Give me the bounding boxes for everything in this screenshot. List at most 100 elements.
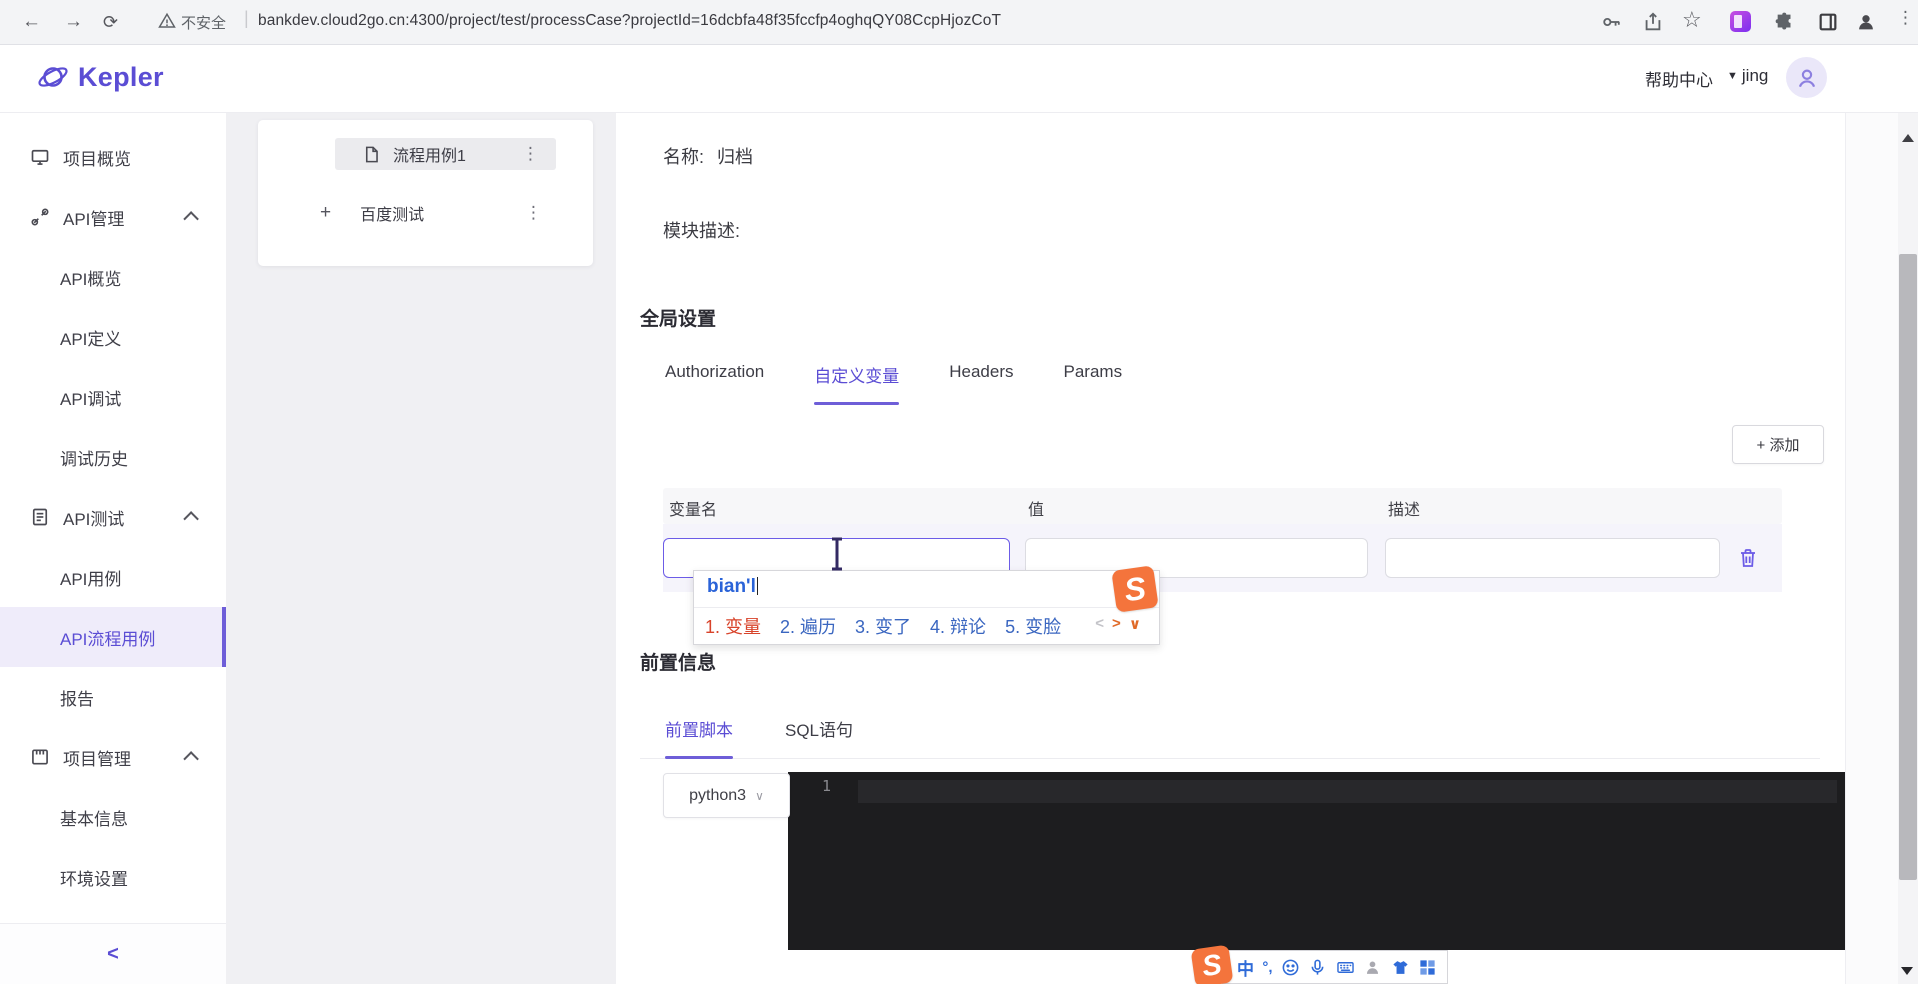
code-editor[interactable]: 1 (788, 772, 1845, 950)
toolbox-grid-icon[interactable] (1418, 958, 1437, 977)
tree-item-label: 百度测试 (360, 207, 425, 224)
browser-toolbar: ← → ⟳ 不安全 | bankdev.cloud2go.cn:4300/pro… (0, 0, 1918, 45)
account-icon[interactable] (1363, 958, 1382, 977)
side-panel-icon[interactable] (1817, 11, 1839, 33)
document-icon (30, 507, 50, 527)
sidebar: 项目概览 API管理 API概览 API定义 API调试 调试历史 API测试 … (0, 112, 226, 984)
brand-name: Kepler (78, 61, 164, 92)
sidebar-footer: < (0, 923, 226, 984)
sidebar-item-label: API测试 (63, 509, 125, 529)
url-text[interactable]: bankdev.cloud2go.cn:4300/project/test/pr… (258, 12, 1001, 30)
tree-item-baidu-test[interactable]: + 百度测试 ⋮ (258, 198, 593, 228)
browser-profile-icon[interactable] (1855, 11, 1877, 33)
browser-reload-icon[interactable]: ⟳ (103, 9, 118, 35)
project-icon (30, 747, 50, 767)
monitor-icon (30, 147, 50, 167)
sidebar-item-api-management[interactable]: API管理 (0, 187, 226, 247)
tab-sql[interactable]: SQL语句 (785, 716, 853, 759)
sidebar-item-api-case[interactable]: API用例 (0, 547, 226, 607)
expand-plus-icon[interactable]: + (320, 202, 331, 224)
ime-candidate-2[interactable]: 2. 遍历 (780, 613, 836, 639)
ime-candidates: 1. 变量 2. 遍历 3. 变了 4. 辩论 5. 变脸 (705, 613, 1061, 639)
user-menu[interactable]: ▼ jing (1727, 66, 1768, 86)
variables-table-header: 变量名 值 描述 (663, 488, 1782, 524)
sidebar-item-env-settings[interactable]: 环境设置 (0, 847, 226, 907)
browser-forward-icon[interactable]: → (64, 9, 83, 35)
sidebar-collapse-button[interactable]: < (107, 943, 119, 966)
username: jing (1741, 66, 1769, 85)
scrollbar-down-arrow[interactable] (1901, 967, 1913, 975)
bookmark-star-icon[interactable]: ☆ (1682, 7, 1702, 33)
item-menu-icon[interactable]: ⋮ (522, 144, 539, 164)
ime-next-page-icon[interactable]: > (1112, 615, 1121, 633)
ime-prev-page-icon[interactable]: < (1095, 615, 1104, 633)
share-icon[interactable] (1642, 11, 1664, 33)
sidebar-item-api-overview[interactable]: API概览 (0, 247, 226, 307)
ime-candidate-popup: bian'l 1. 变量 2. 遍历 3. 变了 4. 辩论 5. 变脸 < >… (693, 565, 1160, 645)
add-variable-button[interactable]: + 添加 (1732, 425, 1824, 464)
help-center-link[interactable]: 帮助中心 (1645, 66, 1713, 91)
language-select[interactable]: python3 ∨ (663, 773, 790, 818)
extension-badge-icon[interactable] (1730, 11, 1751, 32)
browser-back-icon[interactable]: ← (22, 9, 41, 35)
keyboard-icon[interactable] (1336, 958, 1355, 977)
ime-candidate-5[interactable]: 5. 变脸 (1005, 613, 1061, 639)
tree-item-label: 流程用例1 (393, 148, 466, 165)
avatar[interactable] (1786, 57, 1827, 98)
tab-custom-variables[interactable]: 自定义变量 (814, 362, 900, 405)
chevron-up-icon (183, 510, 199, 527)
ime-composition: bian'l (707, 576, 758, 598)
sidebar-item-api-debug[interactable]: API调试 (0, 367, 226, 427)
security-warning-label[interactable]: 不安全 (181, 12, 226, 33)
extensions-puzzle-icon[interactable] (1774, 11, 1796, 33)
name-value: 归档 (717, 147, 754, 167)
sidebar-item-project-overview[interactable]: 项目概览 (0, 127, 226, 187)
sogou-logo: S (1111, 565, 1159, 613)
sidebar-item-debug-history[interactable]: 调试历史 (0, 427, 226, 487)
tab-pre-script[interactable]: 前置脚本 (665, 716, 733, 759)
sidebar-item-label: 项目管理 (63, 749, 131, 769)
microphone-icon[interactable] (1308, 958, 1327, 977)
browser-menu-icon[interactable]: ⋮ (1897, 8, 1914, 28)
scrollbar-thumb[interactable] (1899, 254, 1917, 880)
ime-expand-icon[interactable]: ∨ (1129, 615, 1141, 633)
sidebar-item-api-process-case[interactable]: API流程用例 (0, 607, 226, 667)
sidebar-item-label: API定义 (60, 329, 122, 349)
main-content: 名称: 归档 模块描述: 全局设置 Authorization 自定义变量 He… (616, 112, 1845, 984)
ime-mode-icon[interactable]: 中 (1237, 955, 1254, 980)
global-settings-title: 全局设置 (640, 309, 717, 330)
skin-icon[interactable] (1391, 958, 1410, 977)
ime-candidate-1[interactable]: 1. 变量 (705, 613, 761, 639)
sidebar-item-label: 环境设置 (60, 869, 128, 889)
sidebar-item-api-test[interactable]: API测试 (0, 487, 226, 547)
sidebar-item-api-definition[interactable]: API定义 (0, 307, 226, 367)
sidebar-item-basic-info[interactable]: 基本信息 (0, 787, 226, 847)
sidebar-item-label: API调试 (60, 389, 122, 409)
case-tree-panel: 流程用例1 ⋮ + 百度测试 ⋮ (258, 120, 593, 266)
sidebar-item-report[interactable]: 报告 (0, 667, 226, 727)
item-menu-icon[interactable]: ⋮ (525, 203, 542, 223)
ime-candidate-3[interactable]: 3. 变了 (855, 613, 911, 639)
editor-current-line (858, 780, 1837, 803)
url-divider: | (244, 8, 249, 28)
ime-punctuation-icon[interactable]: °, (1262, 959, 1272, 976)
chevron-down-icon: ∨ (755, 788, 764, 803)
sidebar-item-project-management[interactable]: 项目管理 (0, 727, 226, 787)
password-key-icon[interactable] (1600, 11, 1622, 33)
tab-params[interactable]: Params (1064, 362, 1123, 405)
tree-item-process-case[interactable]: 流程用例1 ⋮ (258, 139, 593, 169)
kepler-logo[interactable]: Kepler (36, 60, 164, 94)
ime-candidate-4[interactable]: 4. 辩论 (930, 613, 986, 639)
sidebar-item-label: 项目概览 (63, 149, 131, 169)
security-warning-icon[interactable] (157, 12, 177, 30)
scrollbar-up-arrow[interactable] (1902, 134, 1914, 142)
variable-desc-input[interactable] (1385, 538, 1720, 578)
tab-headers[interactable]: Headers (949, 362, 1013, 405)
tab-authorization[interactable]: Authorization (665, 362, 764, 405)
sidebar-item-label: API用例 (60, 569, 122, 589)
col-value: 值 (1028, 502, 1045, 519)
delete-row-icon[interactable] (1736, 545, 1760, 571)
sogou-logo[interactable]: S (1190, 944, 1234, 984)
col-variable-name: 变量名 (669, 502, 718, 519)
emoji-icon[interactable] (1281, 958, 1300, 977)
